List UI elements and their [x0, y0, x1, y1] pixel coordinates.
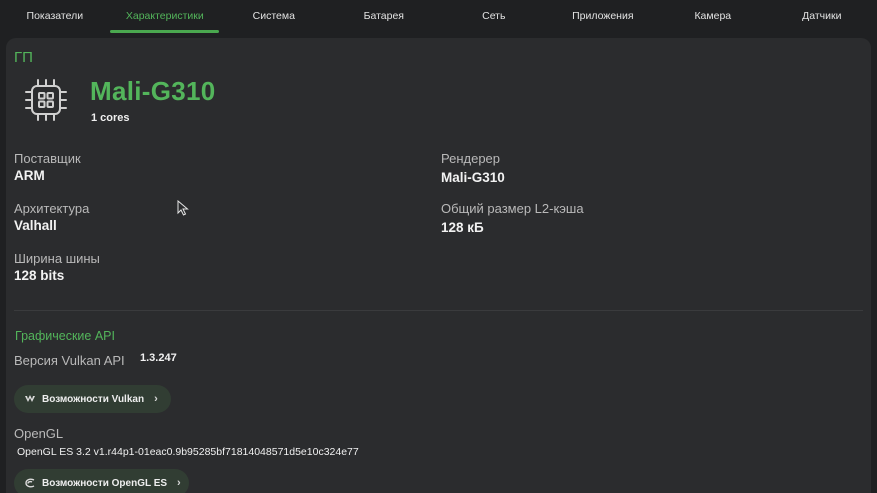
architecture-label: Архитектура [14, 201, 90, 216]
gpu-name: Mali-G310 [90, 76, 216, 106]
tab-bar: Показатели Характеристики Система Батаре… [0, 0, 877, 34]
vendor-value: ARM [14, 168, 45, 183]
vulkan-version-value: 1.3.247 [140, 352, 177, 364]
opengl-capabilities-button[interactable]: Возможности OpenGL ES › [14, 469, 189, 493]
tab-apps[interactable]: Приложения [548, 0, 658, 34]
opengl-capabilities-label: Возможности OpenGL ES [42, 477, 168, 489]
active-tab-indicator [110, 30, 219, 33]
vendor-label: Поставщик [14, 151, 81, 166]
bus-width-value: 128 bits [14, 268, 65, 283]
renderer-value: Mali-G310 [441, 170, 505, 185]
vulkan-version-label: Версия Vulkan API [14, 353, 125, 368]
tab-system[interactable]: Система [219, 0, 329, 34]
vulkan-capabilities-button[interactable]: Возможности Vulkan › [14, 385, 171, 413]
vulkan-icon [25, 395, 35, 402]
mouse-cursor-icon [177, 200, 189, 216]
bus-width-label: Ширина шины [14, 251, 100, 266]
tab-sensors[interactable]: Датчики [767, 0, 877, 34]
opengl-label: OpenGL [14, 426, 64, 441]
architecture-value: Valhall [14, 218, 57, 233]
chevron-right-icon: › [154, 393, 158, 405]
gpu-chip-icon [25, 79, 67, 121]
opengl-version-value: OpenGL ES 3.2 v1.r44p1-01eac0.9b95285bf7… [17, 446, 359, 458]
chevron-right-icon: › [177, 477, 181, 489]
tab-indicators[interactable]: Показатели [0, 0, 110, 34]
l2-cache-label: Общий размер L2-кэша [441, 201, 584, 216]
graphics-api-title: Графические API [15, 329, 115, 343]
renderer-label: Рендерер [441, 151, 501, 166]
tab-network[interactable]: Сеть [439, 0, 549, 34]
gpu-section-title: ГП [14, 49, 33, 66]
tab-specifications[interactable]: Характеристики [110, 0, 220, 34]
opengl-icon [25, 478, 35, 488]
tab-battery[interactable]: Батарея [329, 0, 439, 34]
l2-cache-value: 128 кБ [441, 220, 484, 235]
section-divider [14, 310, 863, 311]
tab-camera[interactable]: Камера [658, 0, 768, 34]
gpu-cores: 1 cores [91, 112, 130, 124]
vulkan-capabilities-label: Возможности Vulkan [42, 393, 145, 405]
